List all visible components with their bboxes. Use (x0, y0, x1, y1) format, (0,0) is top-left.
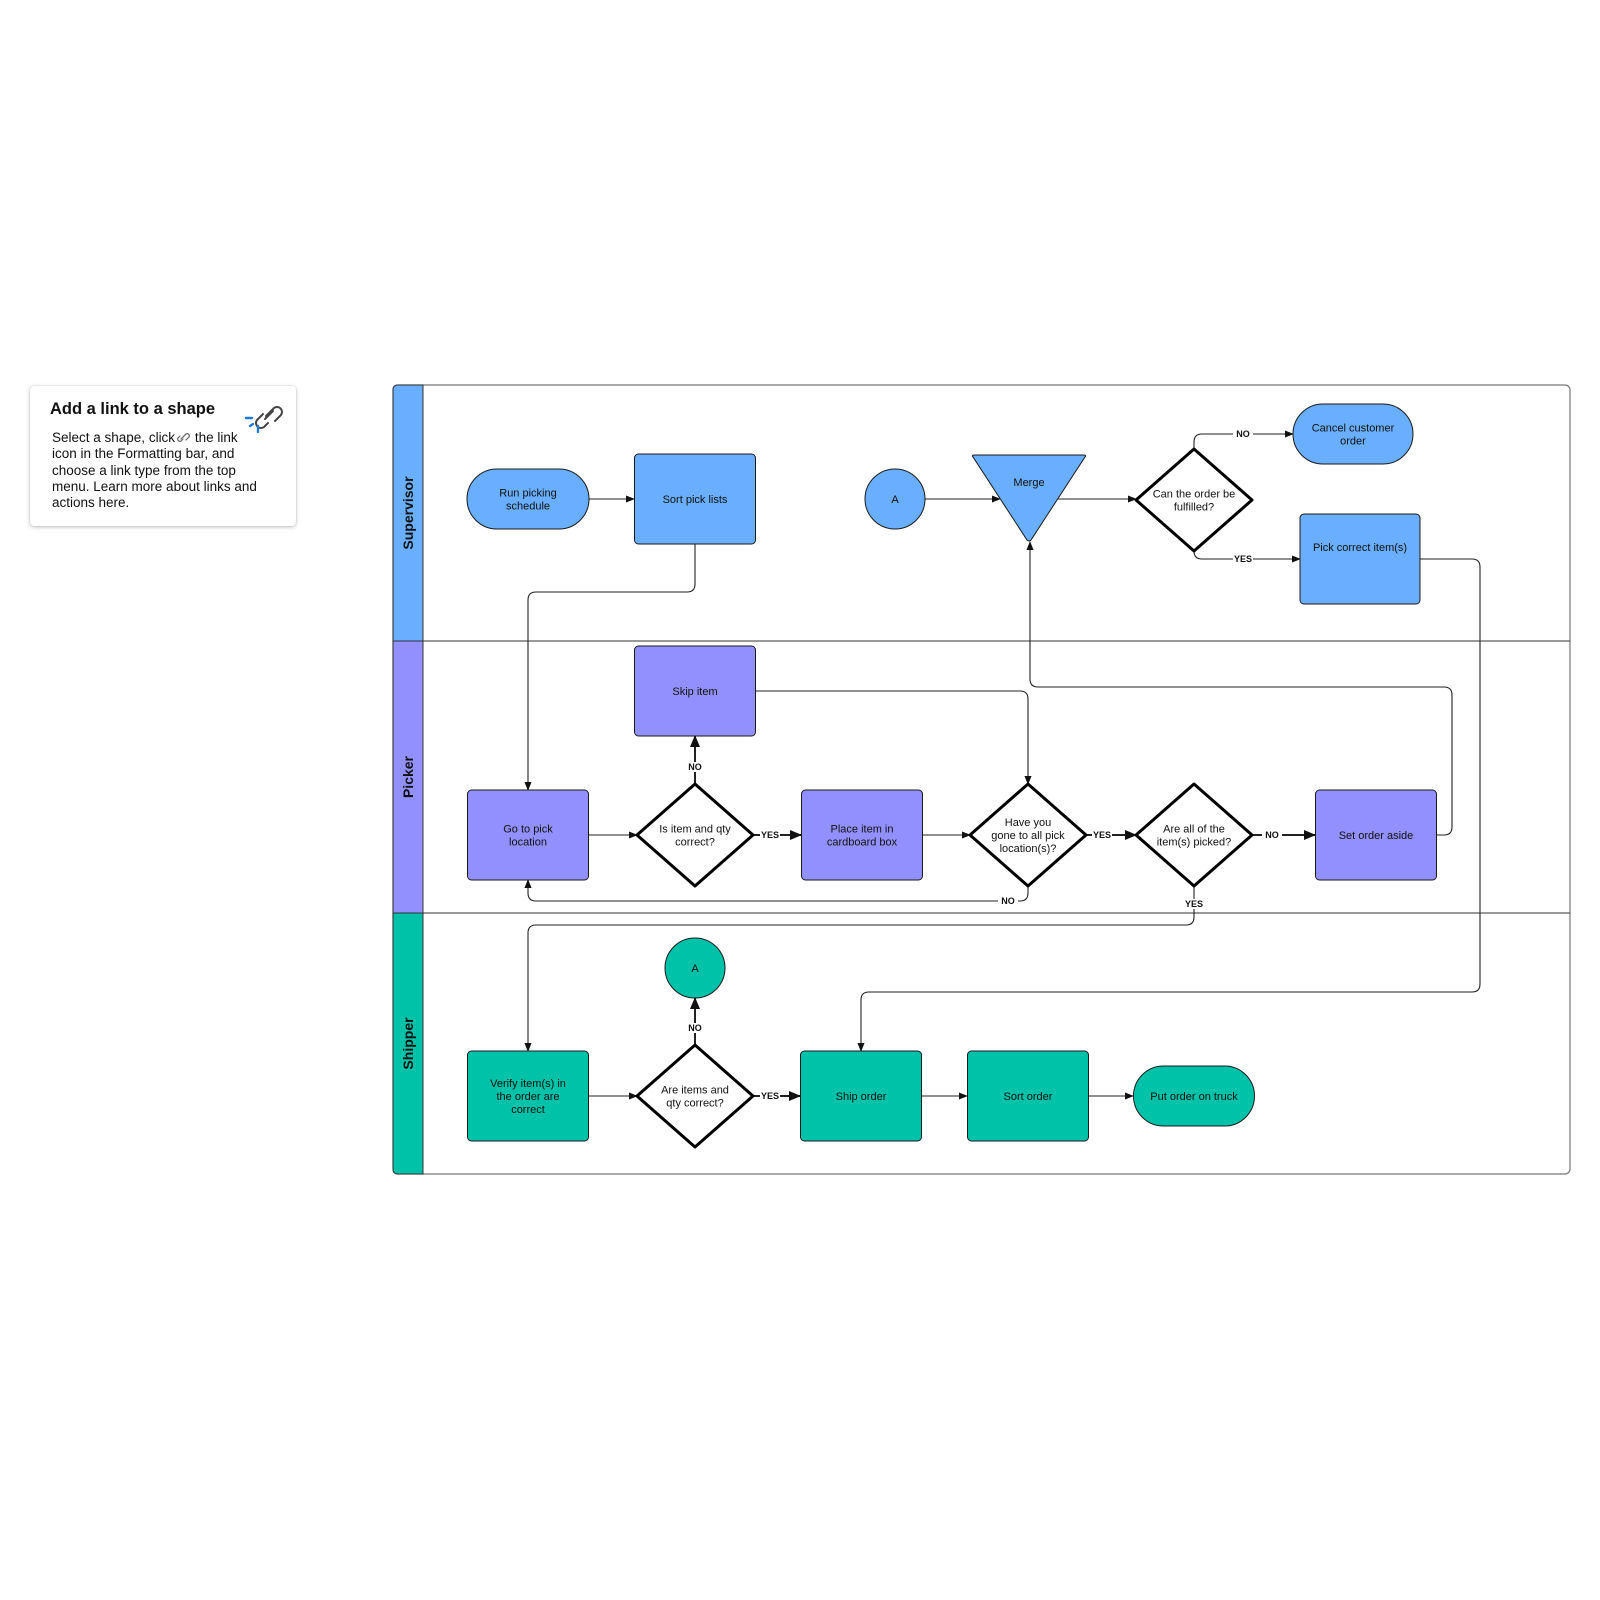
node-label: schedule (506, 501, 550, 513)
node-label: Have you (1005, 817, 1051, 829)
edge-label-no: NO (1265, 830, 1279, 840)
node-label: Go to pick (503, 824, 553, 836)
edge-label-yes: YES (1234, 554, 1252, 564)
node-label: order (1340, 436, 1366, 448)
node-go-to-pick[interactable]: Go to picklocation (467, 789, 589, 881)
node-label: Cancel customer (1312, 423, 1395, 435)
node-label: Merge (1013, 477, 1044, 489)
node-label: Can the order be (1153, 489, 1236, 501)
node-label: location(s)? (1000, 843, 1057, 855)
node-label: Put order on truck (1150, 1091, 1238, 1103)
lane-label-shipper: Shipper (400, 1017, 416, 1070)
edge-label-no: NO (1236, 429, 1250, 439)
edge-label-yes: YES (761, 830, 779, 840)
node-label: Sort pick lists (663, 494, 728, 506)
node-label: Run picking (499, 488, 556, 500)
edge-label-yes: YES (1185, 899, 1203, 909)
node-sort-pick-lists[interactable]: Sort pick lists (634, 453, 756, 545)
node-run-picking[interactable]: Run pickingschedule (466, 468, 590, 530)
node-connector-a-bottom[interactable]: A (664, 937, 726, 999)
node-label: Pick correct item(s) (1313, 542, 1407, 554)
node-label: the order are (497, 1091, 560, 1103)
edge-label-no: NO (1001, 896, 1015, 906)
process-shape (1299, 513, 1421, 605)
node-label: correct (511, 1104, 545, 1116)
node-skip-item[interactable]: Skip item (634, 645, 756, 737)
node-label: qty correct? (666, 1098, 723, 1110)
node-label: Are items and (661, 1085, 729, 1097)
node-put-on-truck[interactable]: Put order on truck (1133, 1065, 1255, 1127)
node-pick-correct[interactable]: Pick correct item(s) (1299, 513, 1421, 605)
lane-label-picker: Picker (400, 755, 416, 798)
node-label: Is item and qty (659, 824, 731, 836)
edge-label-no: NO (688, 762, 702, 772)
node-connector-a-top[interactable]: A (864, 468, 926, 530)
edge-label-yes: YES (1093, 830, 1111, 840)
node-verify-items[interactable]: Verify item(s) inthe order arecorrect (467, 1050, 589, 1142)
node-label: A (691, 963, 699, 975)
node-ship-order[interactable]: Ship order (800, 1050, 922, 1142)
lane-label-supervisor: Supervisor (400, 476, 416, 550)
node-label: Sort order (1004, 1091, 1053, 1103)
node-label: Verify item(s) in (490, 1078, 566, 1090)
node-label: correct? (675, 837, 715, 849)
node-label: Are all of the (1163, 824, 1225, 836)
edge-label-no: NO (688, 1023, 702, 1033)
node-cancel-order[interactable]: Cancel customerorder (1292, 403, 1414, 465)
node-place-item[interactable]: Place item incardboard box (801, 789, 923, 881)
node-label: fulfilled? (1174, 502, 1214, 514)
swimlane-diagram: Supervisor Picker Shipper Run pickingsched… (392, 384, 1571, 1175)
node-set-aside[interactable]: Set order aside (1315, 789, 1437, 881)
node-label: Set order aside (1339, 830, 1414, 842)
node-label: Ship order (836, 1091, 887, 1103)
edge-label-yes: YES (761, 1091, 779, 1101)
node-label: cardboard box (827, 837, 898, 849)
node-label: Place item in (831, 824, 894, 836)
lane-shipper[interactable]: Shipper (392, 912, 424, 1175)
node-label: location (509, 837, 547, 849)
node-label: A (891, 494, 899, 506)
node-label: item(s) picked? (1157, 837, 1232, 849)
node-label: Skip item (672, 686, 717, 698)
node-sort-order[interactable]: Sort order (967, 1050, 1089, 1142)
node-label: gone to all pick (991, 830, 1065, 842)
